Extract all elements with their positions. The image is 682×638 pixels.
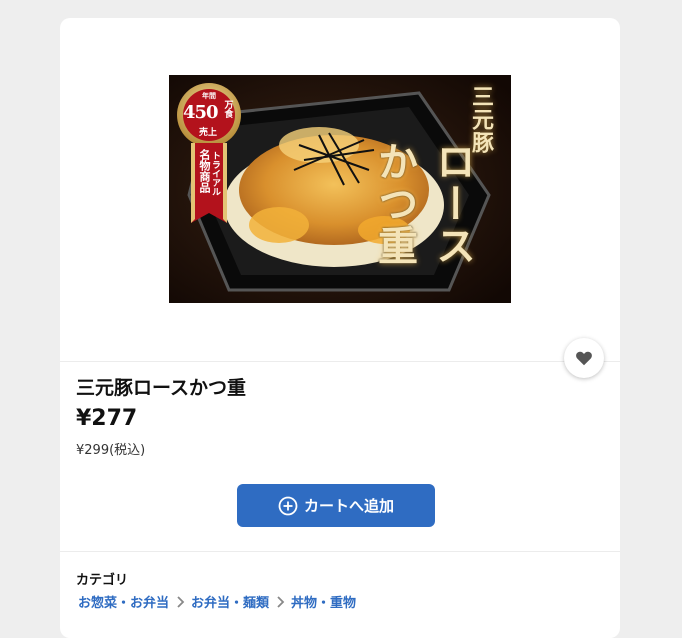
breadcrumb-item[interactable]: 丼物・重物 [291, 592, 356, 611]
product-image-area: 年間 450 万食 売上 トライアル 名物商品 三元豚 ロースかつ重 [60, 18, 620, 362]
breadcrumb: お惣菜・お弁当 お弁当・麺類 丼物・重物 [78, 592, 356, 611]
product-image: 年間 450 万食 売上 トライアル 名物商品 三元豚 ロースかつ重 [169, 75, 511, 303]
badge-annual-label: 年間 [202, 91, 216, 100]
category-label: カテゴリ [76, 573, 129, 588]
product-price: ¥277 [76, 406, 138, 431]
chevron-right-icon [175, 595, 185, 608]
badge-unit: 万食 [224, 101, 234, 120]
chevron-right-icon [275, 595, 285, 608]
ribbon-line2: 名物商品 [198, 149, 211, 193]
product-title: 三元豚ロースかつ重 [76, 377, 247, 399]
badge-number: 450 [183, 102, 219, 123]
product-price-with-tax: ¥299(税込) [76, 443, 146, 458]
breadcrumb-item[interactable]: お弁当・麺類 [191, 592, 269, 611]
add-to-cart-button[interactable]: カートへ追加 [237, 484, 435, 527]
breadcrumb-item[interactable]: お惣菜・お弁当 [78, 592, 169, 611]
add-to-cart-label: カートへ追加 [303, 497, 394, 515]
favorite-button[interactable] [564, 338, 604, 378]
heart-icon [576, 351, 592, 366]
plus-circle-icon [278, 496, 298, 515]
divider [60, 551, 620, 552]
image-vertical-big-text: ロースかつ重 [371, 141, 476, 267]
badge-sold-label: 売上 [199, 128, 218, 138]
product-card: 年間 450 万食 売上 トライアル 名物商品 三元豚 ロースかつ重 三元豚ロー… [60, 18, 620, 638]
